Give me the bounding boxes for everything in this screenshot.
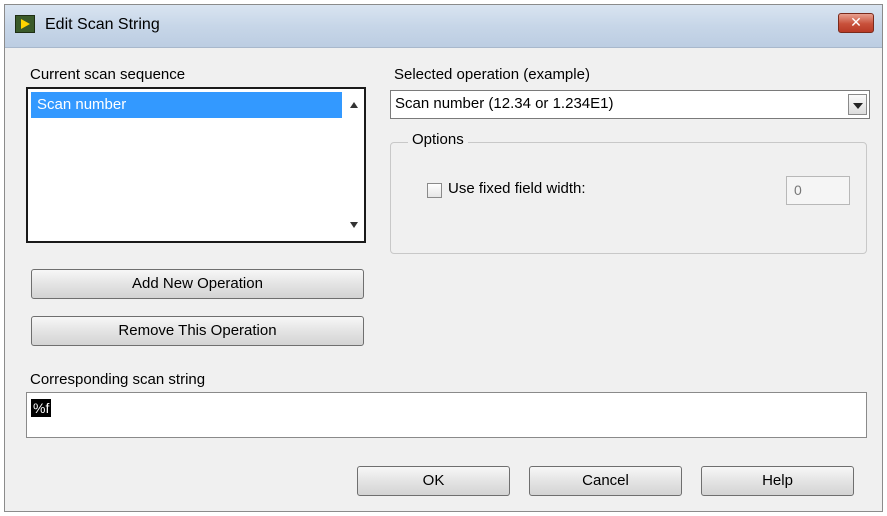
title-bar[interactable]: Edit Scan String ✕	[5, 5, 882, 48]
cancel-button[interactable]: Cancel	[529, 466, 682, 496]
scroll-down-icon[interactable]	[350, 222, 358, 228]
help-button[interactable]: Help	[701, 466, 854, 496]
selected-operation-dropdown[interactable]: Scan number (12.34 or 1.234E1)	[390, 90, 870, 119]
ok-button[interactable]: OK	[357, 466, 510, 496]
fixed-field-width-checkbox[interactable]	[427, 183, 442, 198]
labview-app-icon	[15, 15, 35, 33]
window-title: Edit Scan String	[45, 16, 160, 33]
scan-string-label: Corresponding scan string	[30, 371, 206, 388]
selected-operation-value: Scan number (12.34 or 1.234E1)	[395, 95, 614, 112]
options-group-title: Options	[408, 131, 468, 148]
scan-sequence-label: Current scan sequence	[30, 66, 186, 83]
fixed-field-width-label: Use fixed field width:	[448, 180, 586, 197]
scan-string-field[interactable]: %f	[26, 392, 867, 438]
scan-sequence-list[interactable]: Scan number	[26, 87, 366, 243]
list-item[interactable]: Scan number	[31, 92, 342, 118]
close-button[interactable]: ✕	[838, 13, 874, 33]
scan-string-value: %f	[31, 399, 52, 417]
selected-operation-label: Selected operation (example)	[394, 66, 590, 83]
remove-this-operation-button[interactable]: Remove This Operation	[31, 316, 364, 346]
chevron-down-icon[interactable]	[848, 94, 867, 115]
field-width-input[interactable]: 0	[786, 176, 850, 205]
list-scrollbar[interactable]	[344, 89, 364, 241]
add-new-operation-button[interactable]: Add New Operation	[31, 269, 364, 299]
scroll-up-icon[interactable]	[350, 102, 358, 108]
